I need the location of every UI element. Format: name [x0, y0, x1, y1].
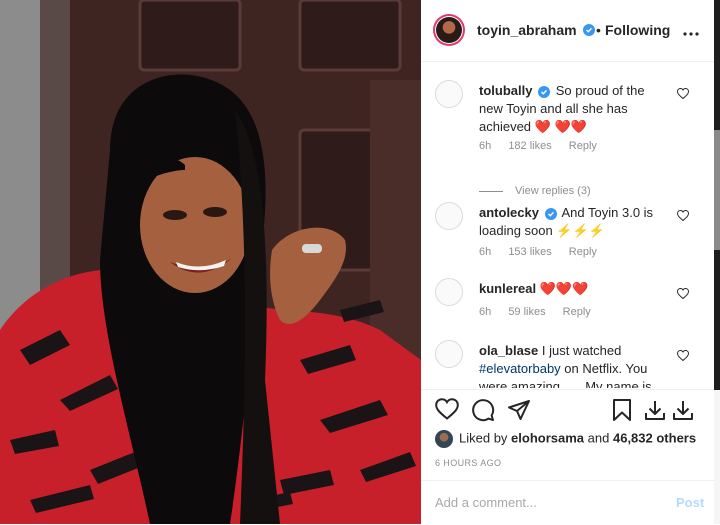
background-page-edge — [714, 0, 720, 524]
add-comment-bar: Add a comment... Post — [421, 480, 714, 525]
save-icon[interactable] — [611, 398, 633, 427]
comment-body: I just watched — [541, 343, 622, 358]
commenter-avatar[interactable] — [435, 278, 463, 306]
comment-text: antolecky And Toyin 3.0 is loading soon … — [479, 204, 659, 240]
verified-badge-icon — [544, 208, 557, 220]
like-comment-heart-icon[interactable] — [676, 286, 690, 304]
reply-button[interactable]: Reply — [563, 306, 591, 318]
heart-icon[interactable] — [435, 398, 459, 425]
comment-likes[interactable]: 182 likes — [508, 140, 551, 152]
post-photo[interactable] — [0, 0, 421, 524]
likes-summary: Liked by elohorsama and 46,832 others — [435, 430, 696, 448]
comment-text: kunlereal ❤️❤️❤️ — [479, 280, 659, 298]
heart-emoji: ❤️❤️ — [554, 119, 587, 134]
following-button[interactable]: Following — [605, 22, 670, 38]
comment-time: 6h — [479, 140, 492, 152]
comment-username[interactable]: antolecky — [479, 205, 539, 220]
heart-emoji: ❤️❤️❤️ — [539, 281, 589, 296]
comment-meta: 6h 182 likes Reply — [479, 140, 611, 152]
heart-emoji: ❤️ — [534, 119, 551, 134]
comment-likes[interactable]: 153 likes — [508, 246, 551, 258]
like-comment-heart-icon[interactable] — [676, 208, 690, 226]
comment-username[interactable]: ola_blase — [479, 343, 538, 358]
share-icon[interactable] — [507, 398, 531, 427]
comment-text: ola_blase I just watched #elevatorbaby o… — [479, 342, 659, 388]
reply-button[interactable]: Reply — [569, 140, 597, 152]
download-icon[interactable] — [671, 398, 695, 427]
comment-meta: 6h 153 likes Reply — [479, 246, 611, 258]
commenter-avatar[interactable] — [435, 202, 463, 230]
add-comment-input[interactable]: Add a comment... — [435, 495, 537, 510]
comment-icon[interactable] — [471, 398, 495, 427]
verified-badge-icon — [583, 24, 595, 36]
reply-button[interactable]: Reply — [569, 246, 597, 258]
comment-text: tolubally So proud of the new Toyin and … — [479, 82, 659, 136]
comment-username[interactable]: tolubally — [479, 83, 532, 98]
author-username[interactable]: toyin_abraham — [477, 22, 577, 38]
download-icon[interactable] — [643, 398, 667, 427]
post-actions-bar — [421, 389, 714, 432]
commenter-avatar[interactable] — [435, 340, 463, 368]
post-image — [0, 0, 421, 524]
commenter-avatar[interactable] — [435, 80, 463, 108]
header-separator: • — [596, 22, 601, 38]
comment-username[interactable]: kunlereal — [479, 281, 536, 296]
like-comment-heart-icon[interactable] — [676, 348, 690, 366]
comment-time: 6h — [479, 306, 492, 318]
comment-time: 6h — [479, 246, 492, 258]
liker-avatar[interactable] — [435, 430, 453, 448]
like-comment-heart-icon[interactable] — [676, 86, 690, 104]
comment-meta: 6h 59 likes Reply — [479, 306, 605, 318]
verified-badge-icon — [538, 86, 551, 98]
post-comment-button[interactable]: Post — [676, 495, 704, 510]
post-side-panel: toyin_abraham • Following tolubally So p… — [421, 0, 714, 524]
more-options-icon[interactable] — [683, 24, 699, 42]
comment-likes[interactable]: 59 likes — [508, 306, 545, 318]
post-timestamp[interactable]: 6 HOURS AGO — [435, 458, 501, 468]
lightning-emoji: ⚡⚡⚡ — [556, 223, 605, 238]
likes-count[interactable]: 46,832 others — [613, 430, 696, 445]
comments-list[interactable]: tolubally So proud of the new Toyin and … — [421, 62, 714, 388]
post-header: toyin_abraham • Following — [421, 0, 714, 62]
liker-username[interactable]: elohorsama — [511, 430, 584, 445]
hashtag-link[interactable]: #elevatorbaby — [479, 361, 561, 376]
view-replies-button[interactable]: View replies (3) — [479, 185, 591, 197]
author-avatar[interactable] — [433, 14, 465, 46]
